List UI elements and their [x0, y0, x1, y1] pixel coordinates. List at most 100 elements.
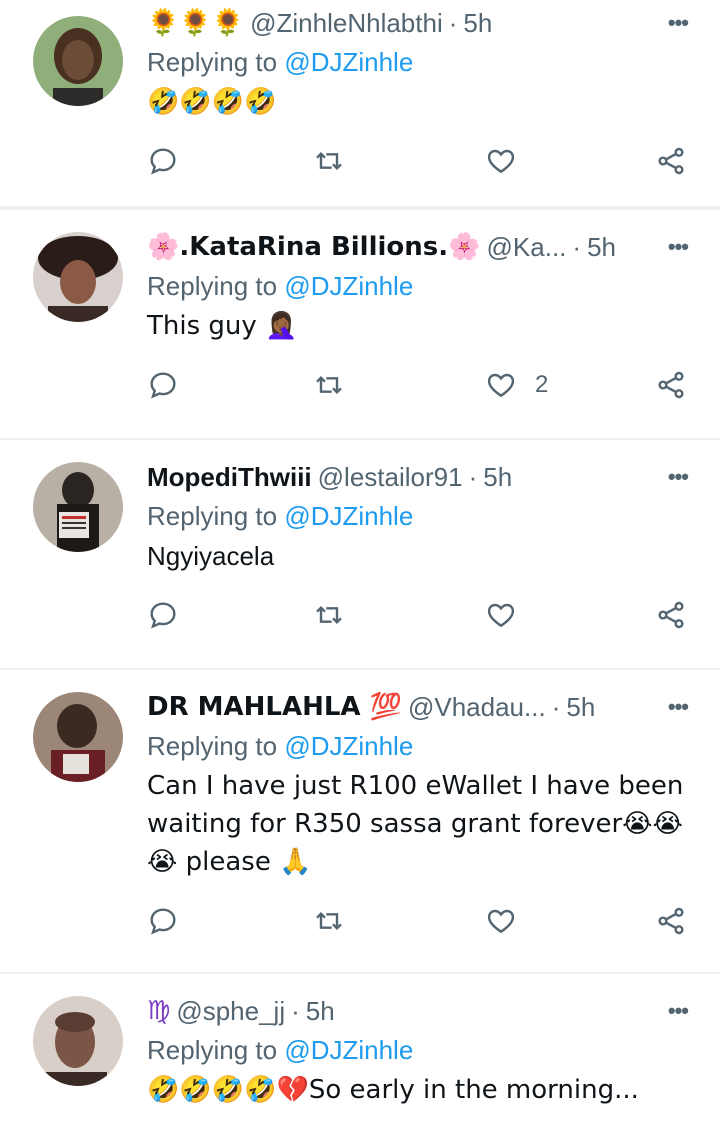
- action-bar: [147, 891, 690, 951]
- separator-dot: ·: [448, 7, 458, 38]
- user-handle[interactable]: @ZinhleNhlabthi: [250, 8, 443, 39]
- timestamp[interactable]: 5h: [566, 692, 595, 723]
- avatar[interactable]: [33, 232, 123, 322]
- action-bar: 2: [147, 355, 690, 415]
- reply-icon: [150, 602, 176, 629]
- reply-button[interactable]: [147, 145, 179, 177]
- replying-to: Replying to @DJZinhle: [147, 499, 690, 533]
- share-icon: [658, 371, 684, 399]
- reply-button[interactable]: [147, 369, 179, 401]
- mention-link[interactable]: @DJZinhle: [284, 501, 413, 531]
- tweet[interactable]: DR MAHLAHLA 💯 @Vhadau... · 5h ••• Replyi…: [0, 670, 720, 974]
- replying-label: Replying to: [147, 271, 278, 301]
- share-icon: [658, 147, 684, 175]
- reply-icon: [150, 372, 176, 399]
- display-name[interactable]: DR MAHLAHLA 💯: [147, 692, 402, 722]
- retweet-button[interactable]: [313, 905, 345, 937]
- tweet-header: 🌸.KataRina Billions.🌸 @Ka... · 5h •••: [147, 230, 690, 264]
- separator-dot: ·: [551, 691, 561, 722]
- more-icon[interactable]: •••: [668, 694, 689, 720]
- tweet-header: DR MAHLAHLA 💯 @Vhadau... · 5h •••: [147, 690, 690, 724]
- user-handle[interactable]: @Vhadau...: [408, 692, 546, 723]
- tweet[interactable]: 🌻🌻🌻 @ZinhleNhlabthi · 5h ••• Replying to…: [0, 0, 720, 208]
- tweet-text-line: Can I have just R100 eWallet I have been: [147, 771, 684, 801]
- user-handle[interactable]: @lestailor91: [318, 462, 463, 493]
- mention-link[interactable]: @DJZinhle: [284, 271, 413, 301]
- tweet[interactable]: MopediThwiii @lestailor91 · 5h ••• Reply…: [0, 440, 720, 670]
- more-icon[interactable]: •••: [668, 464, 689, 490]
- share-button[interactable]: [655, 905, 687, 937]
- retweet-button[interactable]: [313, 599, 345, 631]
- replying-label: Replying to: [147, 501, 278, 531]
- share-button[interactable]: [655, 369, 687, 401]
- mention-link[interactable]: @DJZinhle: [284, 731, 413, 761]
- like-icon: [487, 149, 515, 174]
- tweet-text-line: waiting for R350 sassa grant forever😭😭: [147, 809, 683, 839]
- replying-label: Replying to: [147, 1035, 278, 1065]
- separator-dot: ·: [468, 461, 478, 492]
- tweet[interactable]: 🌸.KataRina Billions.🌸 @Ka... · 5h ••• Re…: [0, 208, 720, 440]
- mention-link[interactable]: @DJZinhle: [284, 47, 413, 77]
- tweet-text: 🤣🤣🤣🤣: [147, 87, 277, 117]
- retweet-button[interactable]: [313, 369, 345, 401]
- like-button[interactable]: 2: [485, 369, 548, 401]
- retweet-icon: [316, 605, 342, 625]
- like-count: 2: [535, 371, 549, 398]
- tweet-text: Can I have just R100 eWallet I have been…: [147, 767, 690, 881]
- replying-to: Replying to @DJZinhle: [147, 1033, 690, 1067]
- user-handle[interactable]: @Ka...: [487, 232, 567, 263]
- tweet-header: ♍ @sphe_jj · 5h •••: [147, 994, 690, 1028]
- more-icon[interactable]: •••: [668, 998, 689, 1024]
- display-name[interactable]: 🌻🌻🌻: [147, 8, 244, 38]
- replying-label: Replying to: [147, 47, 278, 77]
- separator-dot: ·: [291, 995, 300, 1026]
- like-icon: [487, 909, 515, 934]
- tweet[interactable]: ♍ @sphe_jj · 5h ••• Replying to @DJZinhl…: [0, 974, 720, 1124]
- avatar[interactable]: [33, 692, 123, 782]
- like-button[interactable]: [485, 599, 535, 631]
- display-name[interactable]: 🌸.KataRina Billions.🌸: [147, 232, 481, 262]
- reply-button[interactable]: [147, 905, 179, 937]
- timestamp[interactable]: 5h: [463, 8, 492, 39]
- tweet-text-line: 😭 please 🙏: [147, 847, 312, 877]
- share-icon: [658, 601, 684, 629]
- action-bar: [147, 131, 690, 191]
- replying-to: Replying to @DJZinhle: [147, 729, 690, 763]
- replying-to: Replying to @DJZinhle: [147, 269, 690, 303]
- display-name[interactable]: ♍: [147, 996, 170, 1026]
- retweet-icon: [316, 375, 342, 395]
- timestamp[interactable]: 5h: [587, 232, 616, 263]
- like-icon: [487, 603, 515, 628]
- timestamp[interactable]: 5h: [483, 462, 512, 493]
- tweet-header: 🌻🌻🌻 @ZinhleNhlabthi · 5h •••: [147, 6, 690, 40]
- reply-feed: 🌻🌻🌻 @ZinhleNhlabthi · 5h ••• Replying to…: [0, 0, 720, 1124]
- reply-icon: [150, 148, 176, 175]
- avatar[interactable]: [33, 462, 123, 552]
- share-button[interactable]: [655, 145, 687, 177]
- avatar[interactable]: [33, 996, 123, 1086]
- replying-label: Replying to: [147, 731, 278, 761]
- like-button[interactable]: [485, 145, 535, 177]
- tweet-header: MopediThwiii @lestailor91 · 5h •••: [147, 460, 690, 494]
- tweet-text: This guy 🤦🏾‍♀️: [147, 311, 298, 341]
- like-icon: [487, 373, 515, 398]
- user-handle[interactable]: @sphe_jj: [176, 996, 285, 1027]
- reply-icon: [150, 908, 176, 935]
- retweet-button[interactable]: [313, 145, 345, 177]
- display-name[interactable]: MopediThwiii: [147, 462, 312, 493]
- tweet-text: Ngyiyacela: [147, 541, 275, 571]
- mention-link[interactable]: @DJZinhle: [284, 1035, 413, 1065]
- separator-dot: ·: [572, 231, 582, 262]
- retweet-icon: [316, 151, 342, 171]
- avatar[interactable]: [33, 16, 123, 106]
- tweet-text: 🤣🤣🤣🤣💔So early in the morning...: [147, 1075, 639, 1105]
- reply-button[interactable]: [147, 599, 179, 631]
- like-button[interactable]: [485, 905, 535, 937]
- more-icon[interactable]: •••: [668, 10, 689, 36]
- action-bar: [147, 585, 690, 645]
- replying-to: Replying to @DJZinhle: [147, 45, 690, 79]
- timestamp[interactable]: 5h: [306, 996, 335, 1027]
- share-icon: [658, 907, 684, 935]
- share-button[interactable]: [655, 599, 687, 631]
- more-icon[interactable]: •••: [668, 234, 689, 260]
